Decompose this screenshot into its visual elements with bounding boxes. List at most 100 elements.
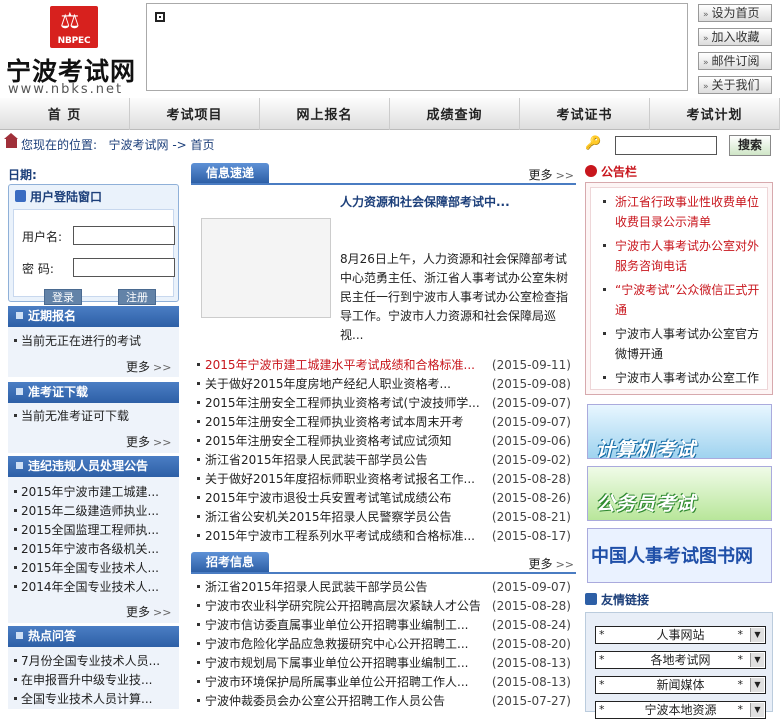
recruit-tab-header: 招考信息 更多 >> — [191, 552, 576, 574]
table-row[interactable]: 2015年宁波市退役士兵安置考试笔试成绩公布 (2015-08-26) — [197, 489, 579, 508]
scales-icon: ⚖ — [60, 9, 80, 34]
notice-item[interactable]: 宁波市人事考试办公室官方微博开通 — [591, 324, 767, 364]
nav-certificates[interactable]: 考试证书 — [520, 98, 650, 130]
table-row[interactable]: 2015年注册安全工程师执业资格考试(宁波技师学... (2015-09-07) — [197, 394, 579, 413]
double-chevron-icon: >> — [153, 436, 172, 449]
add-favorite-link[interactable]: » 加入收藏 — [698, 28, 772, 46]
chevron-down-icon: ▼ — [750, 653, 764, 667]
table-row[interactable]: 浙江省公安机关2015年招录人民警察学员公告 (2015-08-21) — [197, 508, 579, 527]
set-homepage-link[interactable]: » 设为首页 — [698, 4, 772, 22]
username-input[interactable] — [73, 226, 175, 245]
tab-news[interactable]: 信息速递 — [191, 163, 269, 183]
nav-score-query[interactable]: 成绩查询 — [390, 98, 520, 130]
chevron-down-icon: ▼ — [750, 703, 764, 717]
exam-bookstore-banner[interactable]: 中国人事考试图书网 — [587, 528, 772, 583]
news-list: 2015年宁波市建工城建水平考试成绩和合格标准... (2015-09-11) 关… — [197, 356, 579, 546]
list-item[interactable]: 2015年宁波市建工城建... — [8, 483, 179, 502]
password-input[interactable] — [73, 258, 175, 277]
featured-news-image[interactable] — [201, 218, 331, 318]
notice-item[interactable]: “宁波考试”公众微信正式开通 — [591, 280, 767, 320]
admission-more-link[interactable]: 更多 >> — [126, 433, 171, 450]
nav-home[interactable]: 首 页 — [0, 98, 130, 130]
table-row[interactable]: 宁波市环境保护局所属事业单位公开招聘工作人... (2015-08-13) — [197, 673, 579, 692]
violation-more-link[interactable]: 更多 >> — [126, 603, 171, 620]
login-form: 用户名: 密 码: 登录 注册 — [13, 209, 175, 305]
list-item: 当前无准考证可下载 — [8, 407, 179, 426]
list-item[interactable]: 全国专业技术人员计算... — [8, 690, 179, 709]
username-label: 用户名: — [22, 230, 63, 244]
header: ⚖ NBPEC 宁波考试网 www.nbks.net » 设为首页 » 加入收藏 »… — [0, 0, 780, 98]
chevron-down-icon: ▼ — [750, 678, 764, 692]
list-item[interactable]: 2015年全国专业技术人... — [8, 559, 179, 578]
recent-registration-more-link[interactable]: 更多 >> — [126, 358, 171, 375]
table-row[interactable]: 2015年宁波市建工城建水平考试成绩和合格标准... (2015-09-11) — [197, 356, 579, 375]
list-item[interactable]: 在申报晋升中级专业技... — [8, 671, 179, 690]
table-row[interactable]: 2015年注册安全工程师执业资格考试本周末开考 (2015-09-07) — [197, 413, 579, 432]
double-chevron-icon: >> — [153, 361, 172, 374]
register-button[interactable]: 注册 — [118, 289, 156, 305]
notice-item[interactable]: 浙江省行政事业性收费单位收费目录公示清单 — [591, 192, 767, 232]
table-row[interactable]: 宁波市农业科学研究院公开招聘高层次紧缺人才公告 (2015-08-28) — [197, 597, 579, 616]
recruit-more-link[interactable]: 更多 >> — [529, 555, 574, 572]
logo-text: NBPEC — [57, 36, 91, 46]
nav-exam-plan[interactable]: 考试计划 — [650, 98, 780, 130]
table-row[interactable]: 关于做好2015年度房地产经纪人职业资格考... (2015-09-08) — [197, 375, 579, 394]
nav-online-registration[interactable]: 网上报名 — [260, 98, 390, 130]
notice-item[interactable]: 宁波市人事考试办公室对外服务咨询电话 — [591, 236, 767, 276]
date-label: 日期: — [8, 168, 37, 182]
table-row[interactable]: 宁波仲裁委员会办公室公开招聘工作人员公告 (2015-07-27) — [197, 692, 579, 711]
table-row[interactable]: 宁波市危险化学品应急救援研究中心公开招聘工... (2015-08-20) — [197, 635, 579, 654]
list-item: 当前无正在进行的考试 — [8, 332, 179, 351]
recruit-list: 浙江省2015年招录人民武装干部学员公告 (2015-09-07) 宁波市农业科学… — [197, 578, 579, 711]
list-item[interactable]: 2015年宁波市各级机关... — [8, 540, 179, 559]
chevron-right-icon: » — [703, 10, 709, 20]
chevron-right-icon: » — [703, 34, 709, 44]
double-chevron-icon: >> — [153, 606, 172, 619]
faq-header: 热点问答 — [8, 626, 179, 647]
friend-link-select[interactable]: * 各地考试网 * ▼ — [595, 651, 766, 669]
table-row[interactable]: 2015年注册安全工程师执业资格考试应试须知 (2015-09-06) — [197, 432, 579, 451]
link-icon — [585, 593, 597, 605]
user-icon — [15, 190, 26, 202]
friend-link-select[interactable]: * 人事网站 * ▼ — [595, 626, 766, 644]
computer-exam-banner[interactable]: 计算机考试 — [587, 404, 772, 459]
search-input[interactable] — [615, 136, 717, 155]
list-item[interactable]: 2015全国监理工程师执... — [8, 521, 179, 540]
featured-news-title[interactable]: 人力资源和社会保障部考试中... — [340, 193, 510, 210]
square-icon — [16, 462, 23, 469]
friend-link-select[interactable]: * 宁波本地资源 * ▼ — [595, 701, 766, 719]
double-chevron-icon: >> — [555, 558, 574, 571]
table-row[interactable]: 浙江省2015年招录人民武装干部学员公告 (2015-09-07) — [197, 578, 579, 597]
faq-list: 7月份全国专业技术人员... 在申报晋升中级专业技... 全国专业技术人员计算.… — [8, 647, 179, 709]
login-header: 用户登陆窗口 — [9, 185, 178, 209]
table-row[interactable]: 2015年宁波市工程系列水平考试成绩和合格标准... (2015-08-17) — [197, 527, 579, 546]
chevron-down-icon: ▼ — [750, 628, 764, 642]
table-row[interactable]: 浙江省2015年招录人民武装干部学员公告 (2015-09-02) — [197, 451, 579, 470]
table-row[interactable]: 宁波市规划局下属事业单位公开招聘事业编制工... (2015-08-13) — [197, 654, 579, 673]
tab-recruit[interactable]: 招考信息 — [191, 552, 269, 572]
list-item[interactable]: 2014年全国专业技术人... — [8, 578, 179, 597]
chevron-right-icon: » — [703, 82, 709, 92]
breadcrumb-link[interactable]: 宁波考试网 -> 首页 — [109, 138, 215, 152]
login-button[interactable]: 登录 — [44, 289, 82, 305]
list-item[interactable]: 7月份全国专业技术人员... — [8, 652, 179, 671]
chevron-right-icon: » — [703, 58, 709, 68]
news-more-link[interactable]: 更多 >> — [529, 166, 574, 183]
notice-board-header: 公告栏 — [585, 163, 773, 183]
square-icon — [16, 312, 23, 319]
nav-exam-projects[interactable]: 考试项目 — [130, 98, 260, 130]
friend-links-panel: * 人事网站 * ▼ * 各地考试网 * ▼ * 新闻媒体 * ▼ * 宁波本地资源 * ▼ — [585, 612, 773, 719]
search-button[interactable]: 搜索 — [729, 135, 771, 156]
table-row[interactable]: 宁波市信访委直属事业单位公开招聘事业编制工... (2015-08-24) — [197, 616, 579, 635]
list-item[interactable]: 2015年二级建造师执业... — [8, 502, 179, 521]
notice-board: 浙江省行政事业性收费单位收费目录公示清单 宁波市人事考试办公室对外服务咨询电话 … — [585, 182, 773, 395]
friend-link-select[interactable]: * 新闻媒体 * ▼ — [595, 676, 766, 694]
site-logo[interactable]: ⚖ NBPEC 宁波考试网 www.nbks.net — [6, 4, 142, 97]
admission-ticket-header: 准考证下载 — [8, 382, 179, 403]
about-us-link[interactable]: » 关于我们 — [698, 76, 772, 94]
double-chevron-icon: >> — [555, 169, 574, 182]
civil-servant-exam-banner[interactable]: 公务员考试 — [587, 466, 772, 521]
notice-item[interactable]: 宁波市人事考试办公室工作时间 — [591, 368, 767, 389]
table-row[interactable]: 关于做好2015年度招标师职业资格考试报名工作... (2015-08-28) — [197, 470, 579, 489]
mail-subscribe-link[interactable]: » 邮件订阅 — [698, 52, 772, 70]
